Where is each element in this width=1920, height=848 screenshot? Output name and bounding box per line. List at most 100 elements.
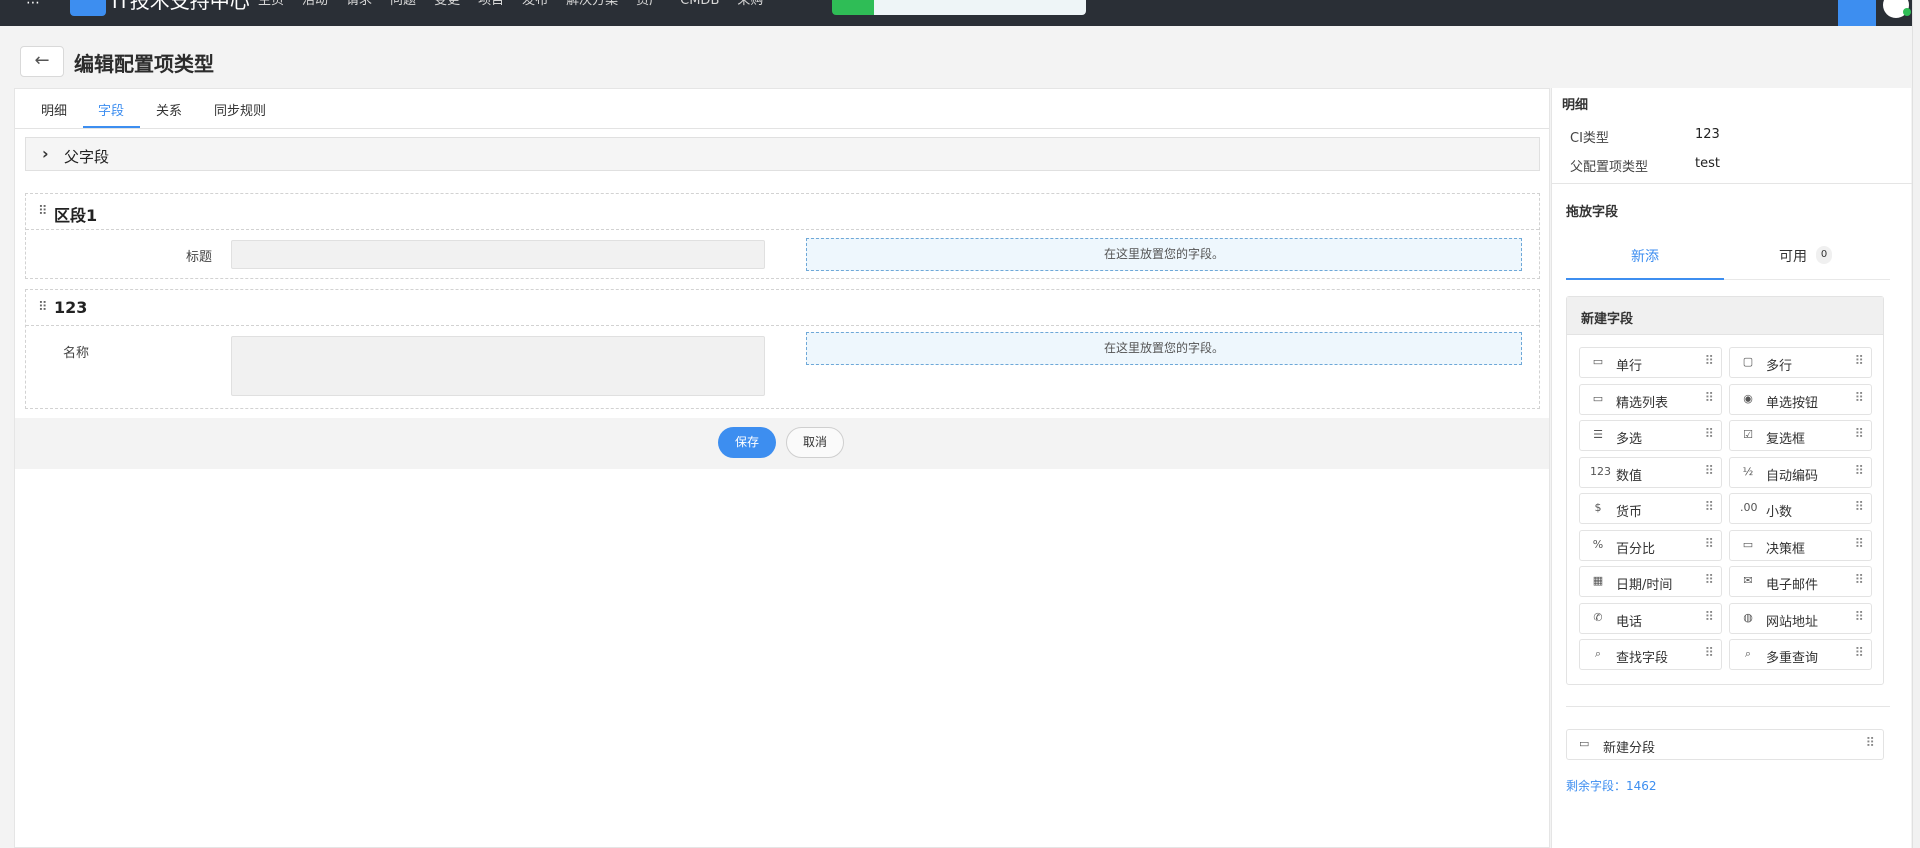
- field-type-label: 查找字段: [1616, 651, 1669, 666]
- field-type-email[interactable]: ✉ 电子邮件 ⠿: [1729, 566, 1872, 597]
- multi-line-icon: ▢: [1742, 355, 1754, 368]
- drag-handle-icon[interactable]: ⠿: [1854, 464, 1863, 479]
- drag-handle-icon[interactable]: ⠿: [1854, 354, 1863, 369]
- field-type-url[interactable]: ◍ 网站地址 ⠿: [1729, 602, 1872, 634]
- field-type-single-line[interactable]: ▭ 单行 ⠿: [1579, 347, 1722, 378]
- field-drop-zone[interactable]: 在这里放置您的字段。: [806, 238, 1522, 271]
- cancel-button[interactable]: 取消: [786, 427, 844, 458]
- menu-item-problems[interactable]: 问题: [390, 0, 416, 8]
- tab-available-fields[interactable]: 可用: [1779, 246, 1807, 266]
- menu-item-changes[interactable]: 变更: [434, 0, 460, 8]
- field-type-phone[interactable]: ✆ 电话 ⠿: [1579, 602, 1722, 634]
- back-button[interactable]: ←: [20, 46, 64, 77]
- field-type-checkbox[interactable]: ☑ 复选框 ⠿: [1729, 420, 1872, 451]
- drag-handle-icon[interactable]: ⠿: [1704, 646, 1713, 661]
- menu-item-projects[interactable]: 项目: [478, 0, 504, 8]
- field-type-label: 小数: [1766, 505, 1793, 520]
- date-time-icon: ▦: [1592, 574, 1604, 587]
- field-type-multi-lookup[interactable]: ⌕ 多重查询 ⠿: [1729, 639, 1872, 670]
- menu-item-releases[interactable]: 发布: [522, 0, 548, 8]
- parent-field-bar[interactable]: › 父字段: [25, 137, 1540, 171]
- single-line-icon: ▭: [1592, 355, 1604, 368]
- number-icon: 123: [1590, 464, 1611, 478]
- field-type-label: 多重查询: [1766, 651, 1819, 666]
- remaining-fields-count: 剩余字段：1462: [1566, 779, 1657, 793]
- drag-handle-icon[interactable]: ⠿: [1854, 646, 1863, 661]
- field-type-decision-box[interactable]: ▭ 决策框 ⠿: [1729, 529, 1872, 561]
- field-type-date-time[interactable]: ▦ 日期/时间 ⠿: [1579, 566, 1722, 597]
- new-section-item[interactable]: ▭ 新建分段 ⠿: [1566, 729, 1884, 760]
- tab-new-fields[interactable]: 新添: [1631, 246, 1659, 266]
- tab-details[interactable]: 明细: [41, 100, 67, 119]
- drag-handle-icon[interactable]: ⠿: [1854, 610, 1863, 625]
- drag-handle-icon[interactable]: ⠿: [1854, 573, 1863, 588]
- field-type-currency[interactable]: $ 货币 ⠿: [1579, 493, 1722, 524]
- new-field-panel: 新建字段 ▭ 单行 ⠿ ▢ 多行 ⠿ ▭ 精选列表 ⠿ ◉ 单选按钮 ⠿ ☰ 多选 ⠿ ☑ 复选框 ⠿ 123 数值 ⠿…: [1566, 296, 1884, 685]
- field-type-multi-select[interactable]: ☰ 多选 ⠿: [1579, 420, 1722, 451]
- section-block[interactable]: ⠿ 123 名称 在这里放置您的字段。: [25, 289, 1540, 409]
- drag-handle-icon[interactable]: ⠿: [1704, 427, 1713, 442]
- apps-grid-icon[interactable]: ⋯: [26, 0, 44, 10]
- drag-handle-icon[interactable]: ⠿: [1704, 537, 1713, 552]
- active-tab-indicator: [83, 126, 140, 128]
- admin-gear-tab[interactable]: [1838, 0, 1876, 26]
- menu-item-purchase[interactable]: 采购: [737, 0, 763, 8]
- field-type-number[interactable]: 123 数值 ⠿: [1579, 456, 1722, 488]
- name-field[interactable]: [231, 336, 765, 396]
- title-field[interactable]: [231, 240, 765, 269]
- menu-item-activity[interactable]: 活动: [302, 0, 328, 8]
- quick-action-button[interactable]: [832, 0, 874, 15]
- global-search-input[interactable]: [874, 0, 1086, 15]
- save-button[interactable]: 保存: [718, 427, 776, 458]
- decision-box-icon: ▭: [1742, 537, 1754, 551]
- field-type-multi-line[interactable]: ▢ 多行 ⠿: [1729, 347, 1872, 378]
- drag-handle-icon[interactable]: ⠿: [1704, 500, 1713, 515]
- menu-item-requests[interactable]: 请求: [346, 0, 372, 8]
- field-drop-zone[interactable]: 在这里放置您的字段。: [806, 332, 1522, 365]
- field-type-decimal[interactable]: .00 小数 ⠿: [1729, 493, 1872, 524]
- menu-item-assets[interactable]: 资产: [636, 0, 662, 8]
- section-header: ⠿ 123: [26, 290, 1539, 326]
- drag-handle-icon[interactable]: ⠿: [38, 300, 47, 315]
- field-type-lookup[interactable]: ⌕ 查找字段 ⠿: [1579, 639, 1722, 670]
- detail-value: test: [1695, 156, 1720, 171]
- field-type-label: 单选按钮: [1766, 395, 1819, 411]
- drag-handle-icon[interactable]: ⠿: [1854, 500, 1863, 515]
- drag-handle-icon[interactable]: ⠿: [1704, 464, 1713, 479]
- drag-handle-icon[interactable]: ⠿: [1704, 391, 1713, 406]
- app-logo[interactable]: [70, 0, 106, 16]
- field-type-radio-button[interactable]: ◉ 单选按钮 ⠿: [1729, 383, 1872, 415]
- editor-panel: 明细 字段 关系 同步规则 › 父字段 ⠿ 区段1 标题 在这里放置您的字段。 …: [14, 88, 1550, 848]
- tab-sync-rules[interactable]: 同步规则: [214, 100, 266, 119]
- page-title: 编辑配置项类型: [74, 52, 214, 76]
- field-type-label: 多选: [1616, 432, 1643, 447]
- field-type-label: 决策框: [1766, 541, 1806, 557]
- detail-value: 123: [1695, 127, 1720, 142]
- drag-handle-icon[interactable]: ⠿: [1865, 736, 1875, 751]
- new-field-title: 新建字段: [1581, 312, 1634, 327]
- drag-handle-icon[interactable]: ⠿: [1704, 354, 1713, 369]
- field-type-pick-list[interactable]: ▭ 精选列表 ⠿: [1579, 383, 1722, 415]
- brand-name[interactable]: IT技术支持中心: [112, 0, 250, 12]
- field-type-percent[interactable]: % 百分比 ⠿: [1579, 529, 1722, 561]
- drag-handle-icon[interactable]: ⠿: [38, 204, 47, 219]
- section-block[interactable]: ⠿ 区段1 标题 在这里放置您的字段。: [25, 193, 1540, 279]
- field-type-label: 自动编码: [1766, 468, 1819, 484]
- menu-item-cmdb[interactable]: CMDB: [680, 0, 719, 8]
- checkbox-icon: ☑: [1743, 428, 1753, 441]
- drag-handle-icon[interactable]: ⠿: [1854, 391, 1863, 406]
- pick-list-icon: ▭: [1592, 391, 1604, 405]
- multi-select-icon: ☰: [1593, 428, 1603, 441]
- drag-handle-icon[interactable]: ⠿: [1704, 573, 1713, 588]
- url-icon: ◍: [1743, 610, 1753, 624]
- menu-item-home[interactable]: 主页: [258, 0, 284, 8]
- field-type-auto-number[interactable]: ½ 自动编码 ⠿: [1729, 456, 1872, 488]
- tab-fields[interactable]: 字段: [98, 100, 124, 119]
- drag-handle-icon[interactable]: ⠿: [1854, 427, 1863, 442]
- tab-relations[interactable]: 关系: [156, 100, 182, 119]
- drag-handle-icon[interactable]: ⠿: [1704, 610, 1713, 625]
- menu-item-solutions[interactable]: 解决方案: [566, 0, 618, 8]
- page-scrollbar[interactable]: [1912, 0, 1920, 848]
- drag-handle-icon[interactable]: ⠿: [1854, 537, 1863, 552]
- details-heading: 明细: [1562, 98, 1589, 113]
